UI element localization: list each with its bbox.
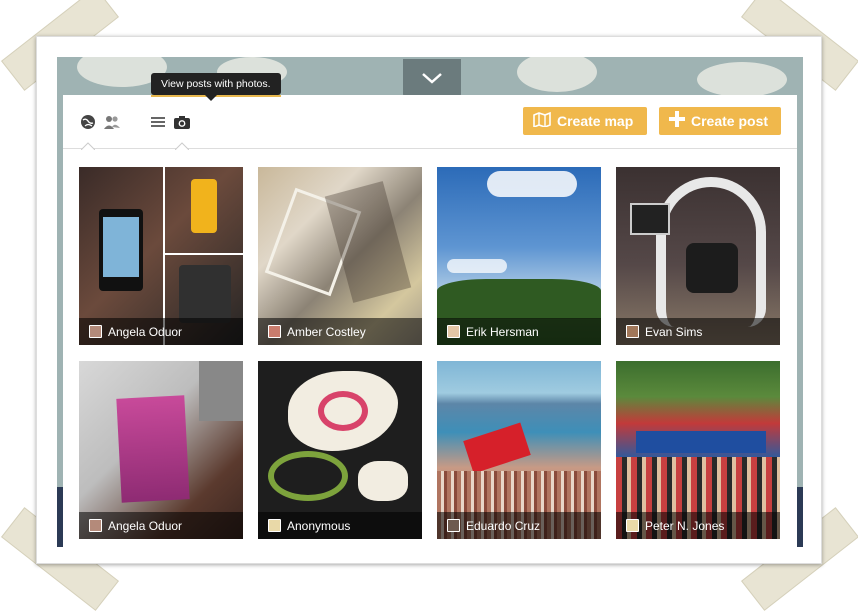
post-card[interactable]: Eduardo Cruz [437,361,601,539]
collapse-panel-button[interactable] [403,59,461,97]
post-card[interactable]: Evan Sims [616,167,780,345]
camera-icon[interactable] [173,113,191,131]
post-card[interactable]: Angela Oduor [79,167,243,345]
post-card[interactable]: Anonymous [258,361,422,539]
post-caption: Evan Sims [616,318,780,345]
list-icon[interactable] [149,113,167,131]
create-map-button[interactable]: Create map [523,107,647,135]
screenshot-frame: View posts with photos. Create map Creat… [36,36,822,564]
filter-indicator-right [175,142,189,150]
author-name: Peter N. Jones [645,518,725,533]
post-card[interactable]: Angela Oduor [79,361,243,539]
avatar [626,519,639,532]
post-card[interactable]: Amber Costley [258,167,422,345]
post-caption: Peter N. Jones [616,512,780,539]
toolbar: View posts with photos. Create map Creat… [63,73,797,150]
create-post-label: Create post [691,113,769,129]
author-name: Angela Oduor [108,324,183,339]
avatar [268,325,281,338]
posts-panel: View posts with photos. Create map Creat… [63,73,797,555]
post-caption: Eduardo Cruz [437,512,601,539]
map-icon [533,111,551,132]
filter-indicator-left [81,142,95,150]
post-card[interactable]: Erik Hersman [437,167,601,345]
post-caption: Amber Costley [258,318,422,345]
avatar [447,519,460,532]
avatar [626,325,639,338]
tooltip-accent-bar [151,95,281,97]
tooltip-text: View posts with photos. [161,78,271,90]
avatar [89,325,102,338]
users-icon[interactable] [103,113,121,131]
avatar [268,519,281,532]
author-name: Eduardo Cruz [466,518,541,533]
avatar [89,519,102,532]
author-name: Anonymous [287,518,351,533]
author-name: Erik Hersman [466,324,539,339]
post-card[interactable]: Peter N. Jones [616,361,780,539]
author-name: Angela Oduor [108,518,183,533]
create-map-label: Create map [557,113,634,129]
chevron-down-icon [422,73,442,84]
avatar [447,325,460,338]
author-name: Evan Sims [645,324,703,339]
post-caption: Erik Hersman [437,318,601,345]
post-caption: Angela Oduor [79,512,243,539]
globe-icon[interactable] [79,113,97,131]
plus-icon [669,110,685,132]
author-name: Amber Costley [287,324,366,339]
post-caption: Anonymous [258,512,422,539]
camera-tooltip: View posts with photos. [151,73,281,101]
post-caption: Angela Oduor [79,318,243,345]
create-post-button[interactable]: Create post [659,107,781,135]
